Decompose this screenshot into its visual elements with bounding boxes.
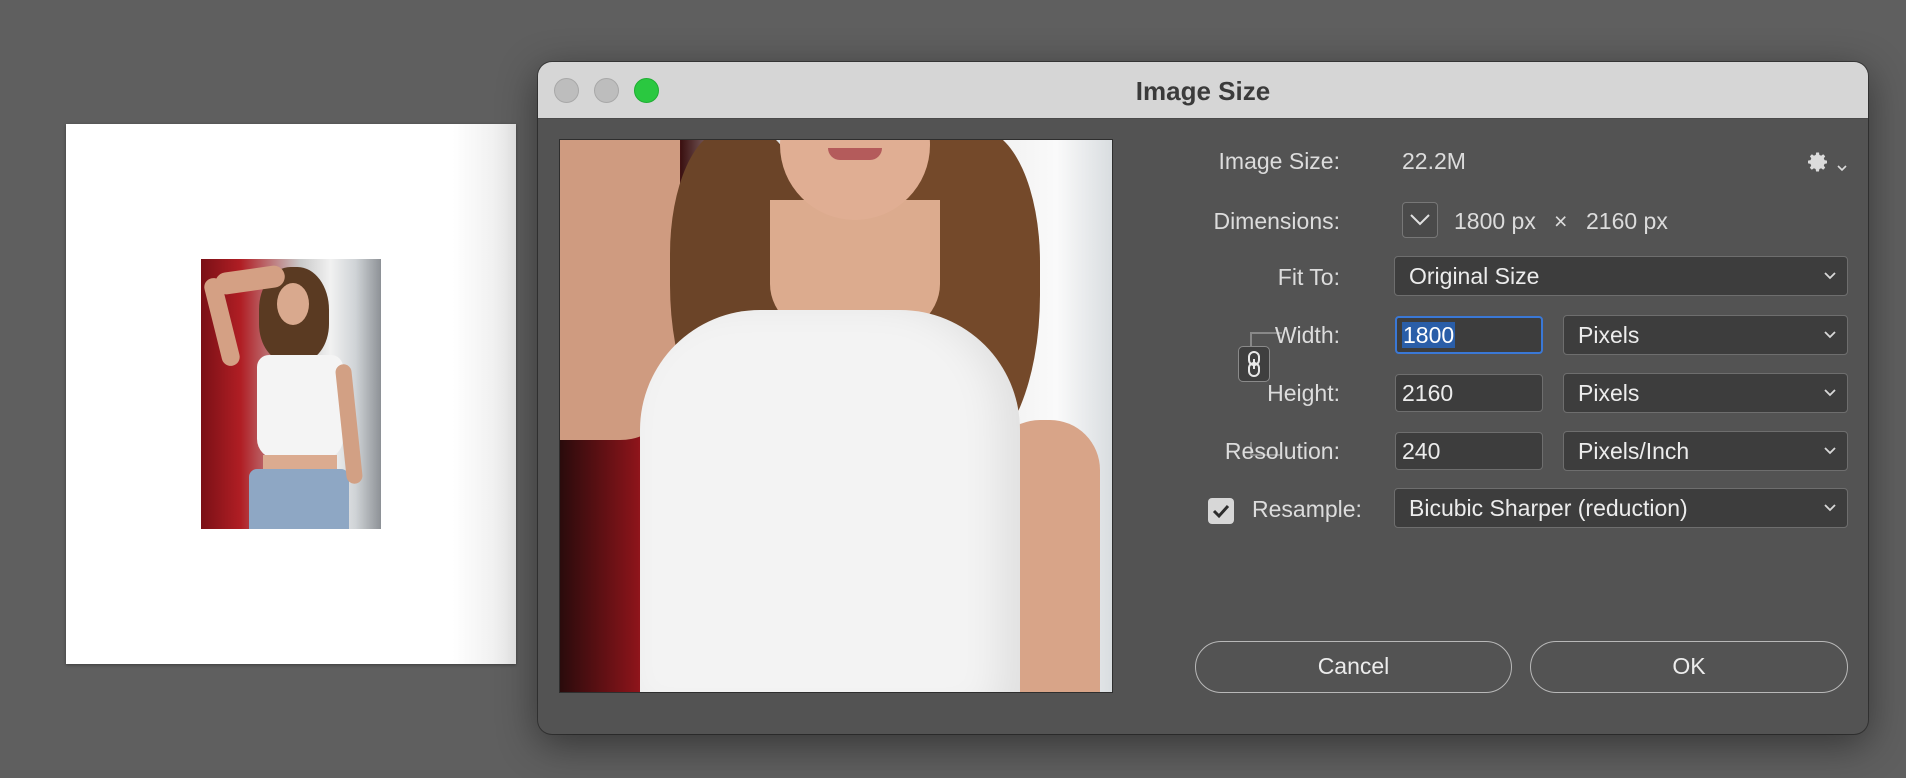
resolution-unit-select[interactable]: Pixels/Inch	[1563, 431, 1848, 471]
chevron-down-icon	[1824, 447, 1836, 455]
document-canvas[interactable]	[66, 124, 516, 664]
width-value: 1800	[1402, 322, 1456, 348]
chevron-down-icon	[1824, 272, 1836, 280]
dialog-title: Image Size	[1135, 76, 1271, 106]
title-bar[interactable]: Image Size	[538, 62, 1868, 119]
height-value: 2160	[1402, 380, 1454, 406]
width-input[interactable]: 1800	[1395, 316, 1543, 354]
preview-lips	[828, 148, 882, 160]
height-unit-value: Pixels	[1578, 380, 1640, 406]
image-size-dialog: Image Size Image Size: 22.2M Dimensions:…	[538, 62, 1868, 734]
image-preview[interactable]	[559, 139, 1113, 693]
chevron-down-icon	[1824, 504, 1836, 512]
height-unit-select[interactable]: Pixels	[1563, 373, 1848, 413]
photo-tank-top	[257, 355, 343, 459]
dimensions-separator: ×	[1554, 208, 1568, 234]
chevron-down-icon	[1824, 389, 1836, 397]
dimensions-label: Dimensions:	[1213, 208, 1340, 234]
checkmark-icon	[1212, 504, 1230, 519]
resolution-label: Resolution:	[1224, 438, 1340, 464]
photo-jeans	[249, 469, 349, 529]
dimensions-toggle-button[interactable]	[1402, 202, 1438, 238]
dimensions-height: 2160 px	[1586, 208, 1668, 234]
image-size-label: Image Size:	[1218, 148, 1340, 174]
cancel-button[interactable]: Cancel	[1195, 641, 1512, 693]
resample-label[interactable]: Resample:	[1252, 496, 1362, 523]
resolution-unit-value: Pixels/Inch	[1578, 438, 1690, 464]
width-label: Width:	[1274, 322, 1340, 348]
resample-checkbox[interactable]	[1208, 498, 1234, 524]
resolution-value: 240	[1402, 438, 1441, 464]
gear-icon-glyph	[1808, 152, 1827, 172]
fit-to-select[interactable]: Original Size	[1394, 256, 1848, 296]
gear-icon[interactable]	[1806, 150, 1847, 181]
preview-tank-top	[640, 310, 1020, 692]
dimensions-width: 1800 px	[1454, 208, 1536, 234]
resample-method-value: Bicubic Sharper (reduction)	[1409, 495, 1688, 521]
document-photo	[201, 259, 381, 529]
width-unit-select[interactable]: Pixels	[1563, 315, 1848, 355]
resolution-input[interactable]: 240	[1395, 432, 1543, 470]
photo-face	[277, 283, 309, 325]
gear-menu-chevron-icon	[1837, 165, 1847, 172]
link-icon	[1248, 351, 1260, 377]
fit-to-label: Fit To:	[1277, 264, 1340, 290]
height-label: Height:	[1267, 380, 1340, 406]
constrain-proportions-button[interactable]	[1238, 346, 1270, 382]
resample-method-select[interactable]: Bicubic Sharper (reduction)	[1394, 488, 1848, 528]
image-size-value: 22.2M	[1402, 148, 1466, 174]
width-unit-value: Pixels	[1578, 322, 1640, 348]
height-input[interactable]: 2160	[1395, 374, 1543, 412]
ok-button[interactable]: OK	[1530, 641, 1848, 693]
chevron-down-icon	[1410, 214, 1430, 226]
chevron-down-icon	[1824, 331, 1836, 339]
fit-to-value: Original Size	[1409, 263, 1540, 289]
